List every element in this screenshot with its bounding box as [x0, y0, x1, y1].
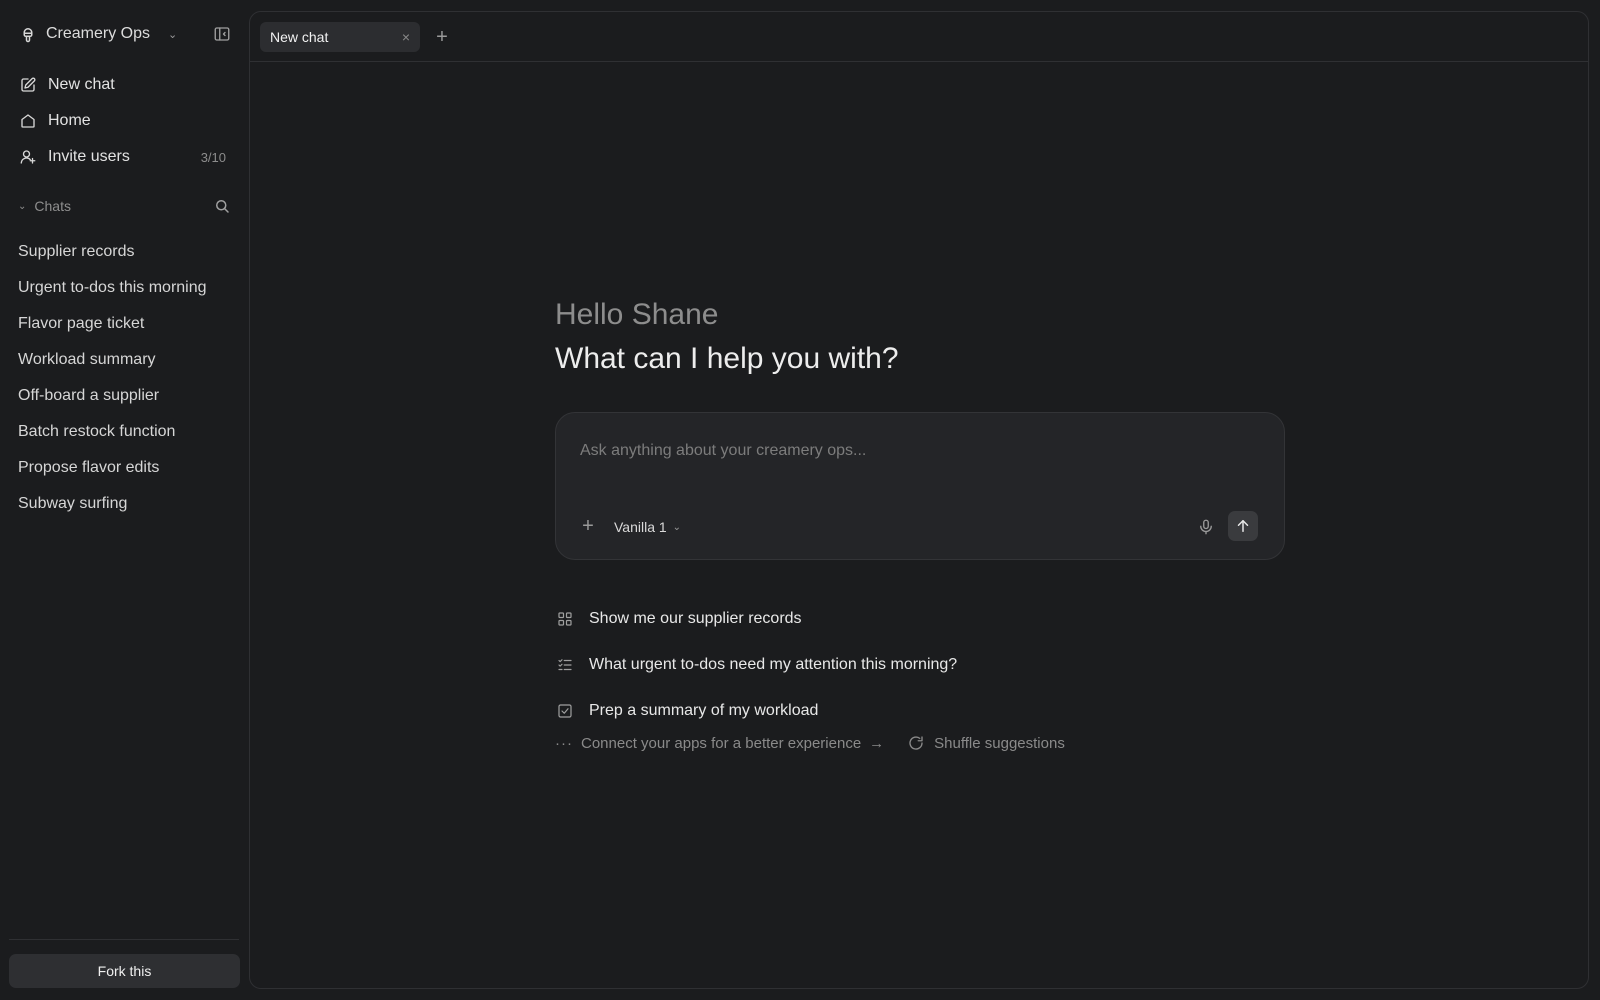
close-icon[interactable]: × — [402, 29, 410, 45]
new-tab-button[interactable]: + — [430, 26, 454, 50]
collapse-sidebar-button[interactable] — [210, 22, 234, 46]
workspace-name: Creamery Ops — [46, 25, 151, 42]
microphone-icon — [1196, 517, 1216, 537]
main-panel: New chat × + Hello Shane What can I help… — [249, 11, 1589, 989]
invite-count: 3/10 — [200, 149, 226, 165]
connect-apps-link[interactable]: ··· Connect your apps for a better exper… — [555, 735, 884, 752]
nav-new-chat[interactable]: New chat — [18, 70, 232, 100]
chevron-down-icon: ⌄ — [168, 28, 178, 41]
arrow-right-icon: → — [869, 734, 885, 752]
suggestion-item[interactable]: Prep a summary of my workload — [555, 688, 1285, 734]
chevron-down-icon: ⌄ — [18, 200, 27, 212]
suggestion-label: Show me our supplier records — [589, 610, 802, 627]
suggestion-label: What urgent to-dos need my attention thi… — [589, 656, 958, 673]
plus-icon: + — [436, 26, 448, 48]
chat-list: Supplier records Urgent to-dos this morn… — [18, 234, 238, 522]
grid-icon — [555, 609, 575, 629]
suggestion-item[interactable]: What urgent to-dos need my attention thi… — [555, 642, 1285, 688]
refresh-icon — [906, 733, 926, 753]
chats-toggle[interactable]: ⌄ Chats — [18, 198, 71, 214]
more-icon: ··· — [555, 734, 573, 752]
nav-invite-users[interactable]: Invite users 3/10 — [18, 142, 232, 172]
nav-label: Invite users — [48, 148, 130, 165]
user-plus-icon — [18, 147, 38, 167]
suggestion-label: Prep a summary of my workload — [589, 702, 819, 719]
prompt-heading: What can I help you with? — [555, 342, 899, 375]
chat-item[interactable]: Urgent to-dos this morning — [18, 270, 238, 306]
chevron-down-icon: ⌄ — [672, 521, 682, 533]
search-icon — [212, 196, 232, 216]
attach-button[interactable]: + — [576, 515, 600, 539]
fork-button[interactable]: Fork this — [9, 954, 240, 988]
sidebar: Creamery Ops ⌄ New chat Home Invite user… — [0, 0, 248, 1000]
chat-item[interactable]: Propose flavor edits — [18, 450, 238, 486]
chat-item[interactable]: Supplier records — [18, 234, 238, 270]
chats-section-header: ⌄ Chats — [18, 196, 232, 216]
chat-composer: + Vanilla 1 ⌄ — [555, 412, 1285, 560]
arrow-up-icon — [1233, 516, 1253, 536]
checklist-icon — [555, 655, 575, 675]
shuffle-label: Shuffle suggestions — [934, 734, 1065, 752]
shuffle-suggestions-button[interactable]: Shuffle suggestions — [906, 733, 1065, 753]
connect-apps-label: Connect your apps for a better experienc… — [581, 734, 862, 752]
checkbox-icon — [555, 701, 575, 721]
microphone-button[interactable] — [1194, 515, 1218, 539]
edit-icon — [18, 75, 38, 95]
message-input[interactable] — [580, 439, 1260, 463]
chat-item[interactable]: Workload summary — [18, 342, 238, 378]
chat-item[interactable]: Subway surfing — [18, 486, 238, 522]
suggestion-footer: ··· Connect your apps for a better exper… — [555, 732, 1065, 754]
ice-cream-icon — [18, 24, 38, 44]
tab-label: New chat — [270, 29, 329, 45]
sidebar-divider — [9, 939, 239, 940]
chat-item[interactable]: Flavor page ticket — [18, 306, 238, 342]
model-name: Vanilla 1 — [614, 519, 667, 535]
chat-item[interactable]: Off-board a supplier — [18, 378, 238, 414]
tab-bar: New chat × + — [250, 12, 1588, 62]
greeting-text: Hello Shane — [555, 298, 719, 331]
nav-label: New chat — [48, 76, 115, 93]
chats-label: Chats — [34, 198, 71, 214]
suggestion-list: Show me our supplier records What urgent… — [555, 596, 1285, 734]
nav-label: Home — [48, 112, 91, 129]
app-window: Creamery Ops ⌄ New chat Home Invite user… — [0, 0, 1600, 1000]
home-icon — [18, 111, 38, 131]
sidebar-toggle-icon — [212, 24, 232, 44]
suggestion-item[interactable]: Show me our supplier records — [555, 596, 1285, 642]
plus-icon: + — [582, 515, 594, 537]
nav-home[interactable]: Home — [18, 106, 232, 136]
workspace-switcher[interactable]: Creamery Ops ⌄ — [18, 20, 177, 48]
chat-item[interactable]: Batch restock function — [18, 414, 238, 450]
send-button[interactable] — [1228, 511, 1258, 541]
search-chats-button[interactable] — [212, 196, 232, 216]
model-selector[interactable]: Vanilla 1 ⌄ — [614, 516, 681, 538]
tab-new-chat[interactable]: New chat × — [260, 22, 420, 52]
